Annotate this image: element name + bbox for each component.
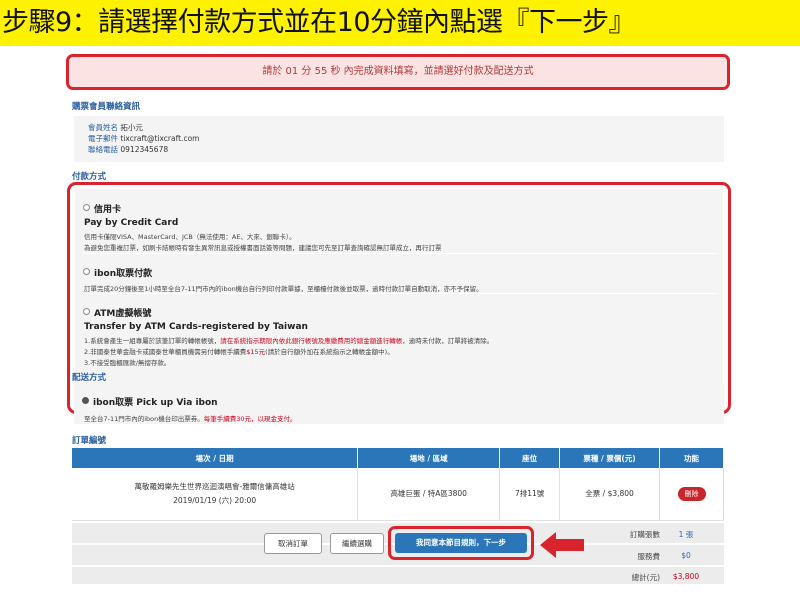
- desc-text: 2.非國泰世華金融卡或國泰世華櫃員機需另付轉帳手續費: [84, 348, 247, 356]
- continue-shopping-button[interactable]: 繼續選購: [330, 533, 384, 554]
- option-name: 信用卡: [94, 205, 122, 215]
- instruction-banner: 步驟9：請選擇付款方式並在10分鐘內點選『下一步』: [0, 0, 800, 46]
- option-desc: 1.系統會產生一組專屬於該筆訂單的轉帳帳號，請在系統指示期限內依此銀行帳號及應繳…: [84, 336, 713, 347]
- col-header: 座位: [499, 448, 561, 468]
- summary-value: $0: [681, 551, 691, 560]
- desc-text: ，逾時未付款，訂單將被清除。: [402, 337, 494, 345]
- member-phone-label: 聯絡電話: [88, 145, 118, 154]
- event-date: 2019/01/19 (六) 20:00: [173, 496, 257, 506]
- delivery-desc: 至全台7-11門市內的ibon機台印出票券。每筆手續費30元，以現金支付。: [84, 413, 724, 423]
- cancel-order-button[interactable]: 取消訂單: [264, 533, 322, 554]
- option-desc: 2.非國泰世華金融卡或國泰世華櫃員機需另付轉帳手續費$15元(請於自行額外加在系…: [84, 347, 713, 358]
- summary-label: 總計(元): [631, 573, 660, 582]
- payment-highlight-box: 信用卡 Pay by Credit Card 信用卡僅限VISA、MasterC…: [67, 182, 731, 414]
- option-desc: 信用卡僅限VISA、MasterCard、JCB（無法使用：AE、大來、銀聯卡）…: [84, 233, 296, 241]
- desc-fee: $15元: [246, 348, 266, 356]
- member-section-title: 購票會員聯絡資訊: [72, 102, 141, 112]
- col-header: 功能: [659, 448, 724, 468]
- seat-cell: 7排11號: [499, 468, 561, 521]
- order-section-title: 訂單編號: [72, 436, 107, 446]
- member-email-value: tixcraft@tixcraft.com: [120, 134, 200, 143]
- option-english-name: Transfer by ATM Cards-registered by Taiw…: [84, 322, 308, 332]
- member-email-label: 電子郵件: [88, 134, 118, 143]
- payment-section-title: 付款方式: [72, 172, 107, 182]
- radio-credit-card[interactable]: [83, 204, 90, 211]
- radio-delivery-ibon[interactable]: [82, 397, 89, 404]
- event-name: 萬敬羅姆樂先生世界巡迴演唱會-雅爾信傭高雄站: [134, 482, 295, 492]
- radio-ibon[interactable]: [83, 268, 90, 275]
- next-step-button[interactable]: 我同意本節目規則，下一步: [395, 533, 527, 553]
- col-header: 票種 / 票價(元): [559, 448, 661, 468]
- col-header: 場地 / 區域: [357, 448, 501, 468]
- desc-text: 至全台7-11門市內的ibon機台印出票券。: [84, 415, 204, 423]
- member-name-label: 會員姓名: [88, 123, 118, 132]
- option-desc: 3.不接受臨櫃匯款/無摺存款。: [84, 359, 171, 367]
- delivery-option-name: ibon取票 Pick up Via ibon: [93, 398, 218, 408]
- member-name-value: 拓小元: [120, 123, 143, 132]
- summary-row-total: 總計(元) $3,800: [72, 567, 724, 585]
- divider: [83, 253, 717, 254]
- payment-option-credit-card[interactable]: 信用卡 Pay by Credit Card 信用卡僅限VISA、MasterC…: [83, 197, 713, 254]
- next-button-highlight: 我同意本節目規則，下一步: [388, 526, 534, 560]
- option-name: ATM虛擬帳號: [94, 309, 152, 319]
- desc-text: 1.系統會產生一組專屬於該筆訂單的轉帳帳號，: [84, 337, 221, 345]
- delivery-section-title: 配送方式: [72, 373, 107, 383]
- countdown-text: 請於 01 分 55 秒 內完成資料填寫，並請選好付款及配送方式: [262, 66, 534, 77]
- radio-atm[interactable]: [83, 308, 90, 315]
- delivery-option-ibon[interactable]: ibon取票 Pick up Via ibon 至全台7-11門市內的ibon機…: [74, 384, 724, 424]
- summary-value: 1 張: [678, 530, 694, 539]
- order-table: 場次 / 日期 場地 / 區域 座位 票種 / 票價(元) 功能 萬敬羅姆樂先生…: [72, 448, 724, 521]
- countdown-notice: 請於 01 分 55 秒 內完成資料填寫，並請選好付款及配送方式: [66, 54, 730, 90]
- desc-fee: 每筆手續費30元，以現金支付。: [203, 415, 297, 423]
- venue-cell: 高雄巨蛋 / 特A區3800: [357, 468, 501, 521]
- summary-label: 訂購張數: [630, 530, 660, 539]
- table-header-row: 場次 / 日期 場地 / 區域 座位 票種 / 票價(元) 功能: [72, 448, 724, 468]
- summary-label: 服務費: [637, 552, 661, 561]
- pointer-arrow-icon: [540, 532, 584, 558]
- payment-options: 信用卡 Pay by Credit Card 信用卡僅限VISA、MasterC…: [75, 189, 723, 409]
- payment-option-atm[interactable]: ATM虛擬帳號 Transfer by ATM Cards-registered…: [83, 301, 713, 369]
- option-name: ibon取票付款: [94, 269, 153, 279]
- col-header: 場次 / 日期: [72, 448, 359, 468]
- delete-button[interactable]: 刪除: [677, 486, 706, 501]
- event-cell: 萬敬羅姆樂先生世界巡迴演唱會-雅爾信傭高雄站 2019/01/19 (六) 20:…: [72, 468, 359, 521]
- summary-value: $3,800: [672, 572, 700, 581]
- action-cell: 刪除: [659, 468, 724, 521]
- option-english-name: Pay by Credit Card: [84, 218, 179, 228]
- desc-text: (請於自行額外加在系統指示之轉帳金額中)。: [265, 348, 394, 356]
- payment-option-ibon[interactable]: ibon取票付款 訂單完成20分鐘後至1小時至全台7-11門市內的ibon機台自…: [83, 261, 713, 295]
- table-row: 萬敬羅姆樂先生世界巡迴演唱會-雅爾信傭高雄站 2019/01/19 (六) 20:…: [72, 468, 724, 521]
- checkout-panel: 請於 01 分 55 秒 內完成資料填寫，並請選好付款及配送方式 購票會員聯絡資…: [62, 50, 738, 607]
- divider: [83, 293, 717, 294]
- member-info-box: 會員姓名 拓小元 電子郵件 tixcraft@tixcraft.com 聯絡電話…: [74, 116, 724, 162]
- ticket-cell: 全票 / $3,800: [559, 468, 661, 521]
- member-phone-value: 0912345678: [120, 145, 169, 154]
- desc-warning: 請在系統指示期限內依此銀行帳號及應繳費用的總金額進行轉帳: [220, 337, 403, 345]
